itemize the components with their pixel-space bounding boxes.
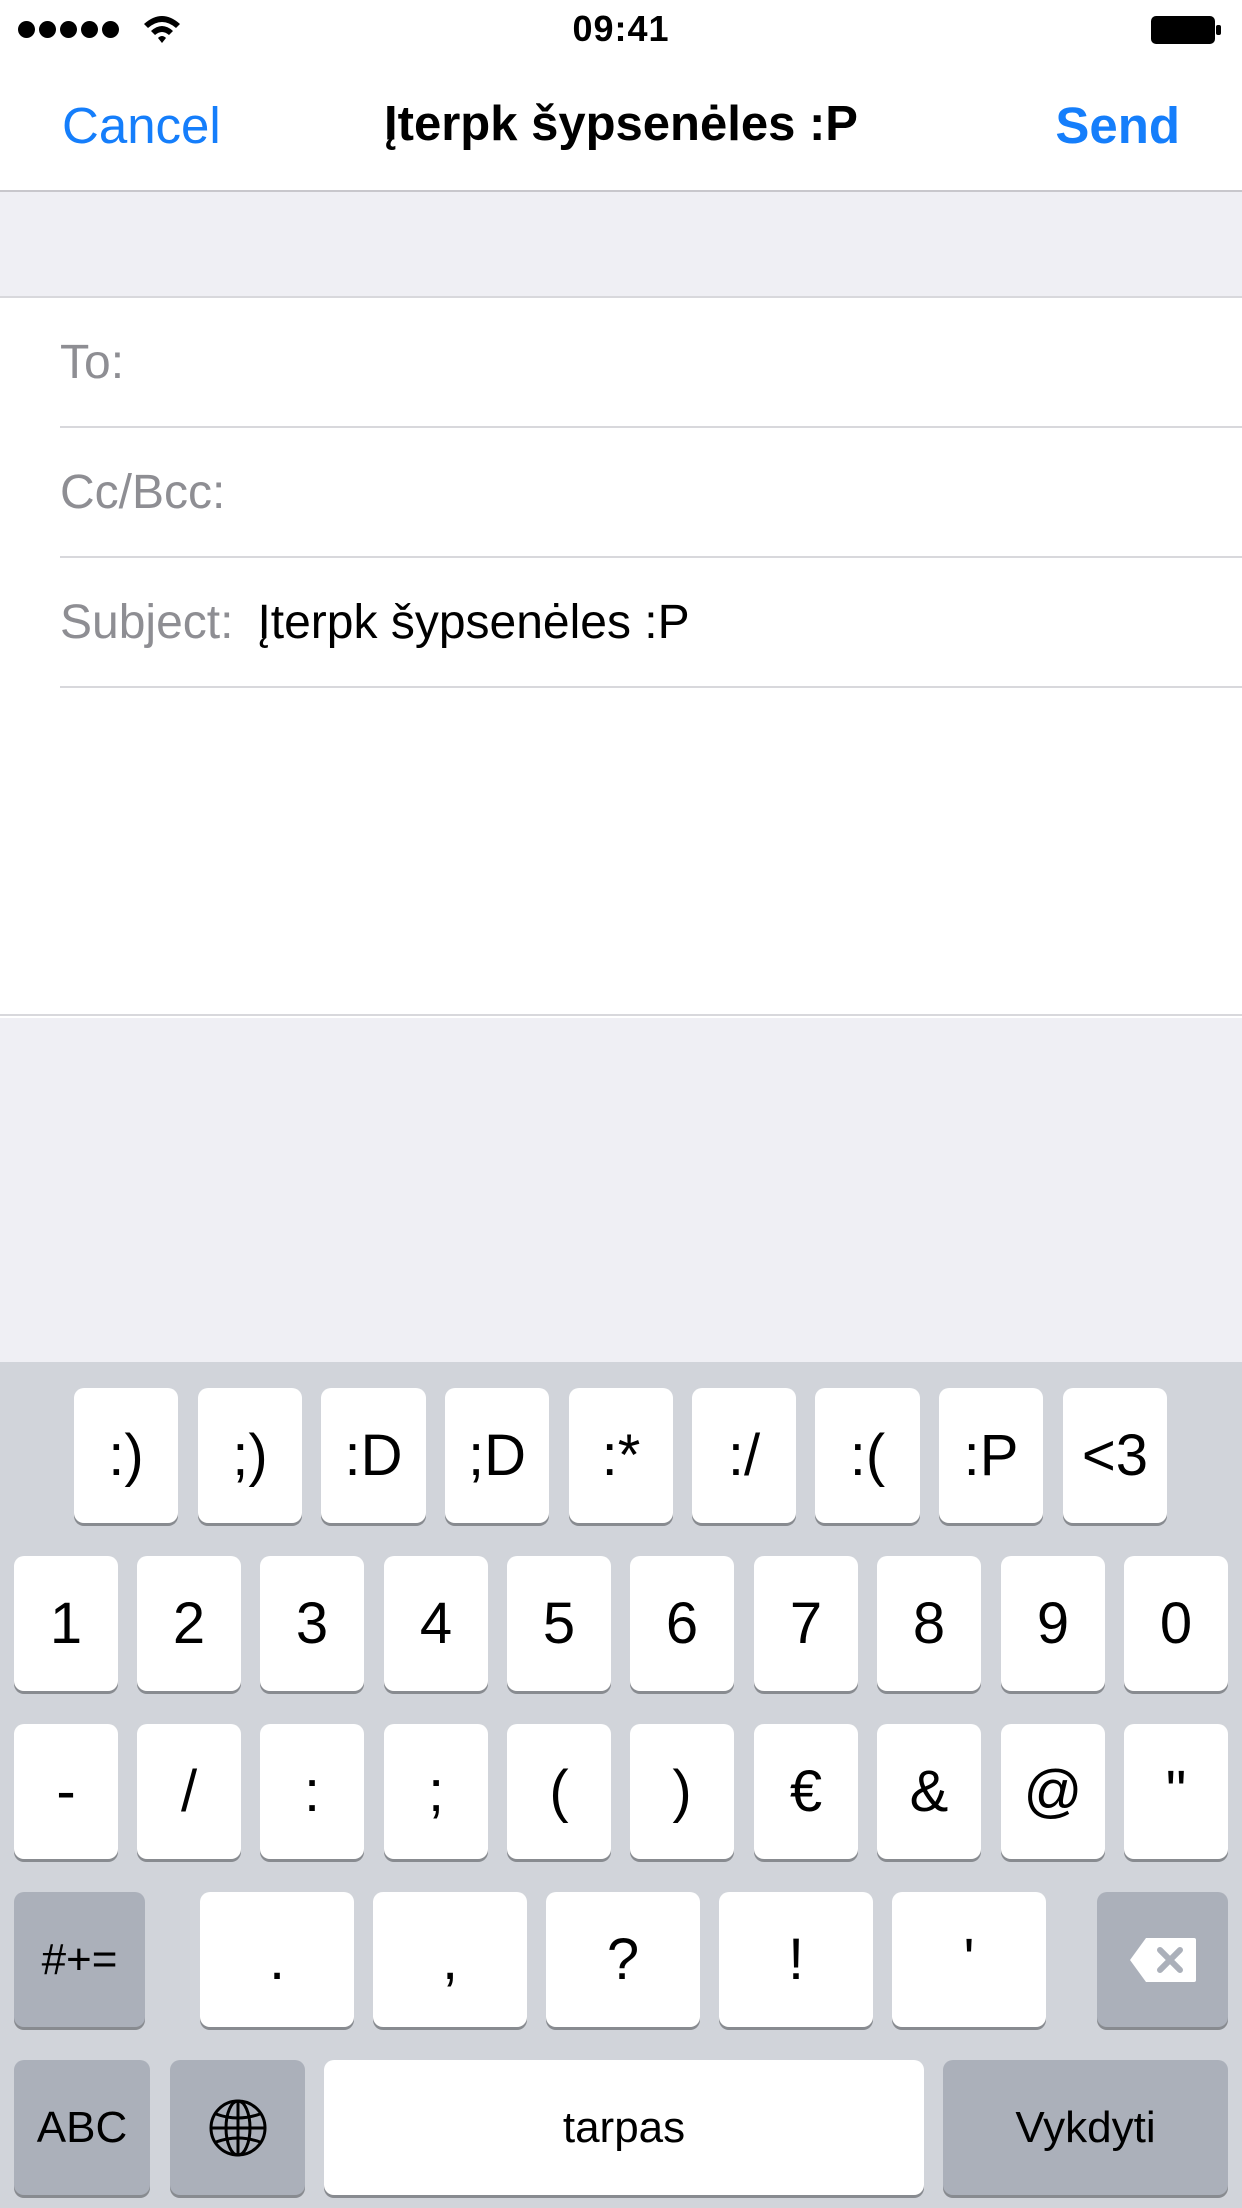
cc-bcc-field[interactable]: Cc/Bcc: bbox=[60, 428, 1242, 558]
key-punct[interactable]: ! bbox=[719, 1892, 873, 2027]
key-smiley[interactable]: :* bbox=[569, 1388, 673, 1523]
subject-label: Subject: bbox=[60, 595, 234, 649]
more-symbols-key[interactable]: #+= bbox=[14, 1892, 145, 2027]
key-digit[interactable]: 1 bbox=[14, 1556, 118, 1691]
key-digit[interactable]: 6 bbox=[630, 1556, 734, 1691]
subject-field[interactable]: Subject: Įterpk šypsenėles :P bbox=[60, 558, 1242, 688]
key-symbol[interactable]: / bbox=[137, 1724, 241, 1859]
to-label: To: bbox=[60, 335, 125, 389]
backspace-key[interactable] bbox=[1097, 1892, 1228, 2027]
key-digit[interactable]: 0 bbox=[1124, 1556, 1228, 1691]
key-smiley[interactable]: :/ bbox=[692, 1388, 796, 1523]
key-smiley[interactable]: <3 bbox=[1063, 1388, 1167, 1523]
key-smiley[interactable]: ;) bbox=[198, 1388, 302, 1523]
key-symbol[interactable]: € bbox=[754, 1724, 858, 1859]
nav-bar: Cancel Įterpk šypsenėles :P Send bbox=[0, 60, 1242, 192]
subject-value[interactable]: Įterpk šypsenėles :P bbox=[257, 595, 689, 650]
key-symbol[interactable]: ; bbox=[384, 1724, 488, 1859]
abc-key[interactable]: ABC bbox=[14, 2060, 150, 2195]
globe-key[interactable] bbox=[170, 2060, 305, 2195]
key-digit[interactable]: 7 bbox=[754, 1556, 858, 1691]
key-digit[interactable]: 3 bbox=[260, 1556, 364, 1691]
key-symbol[interactable]: ( bbox=[507, 1724, 611, 1859]
space-key[interactable]: tarpas bbox=[324, 2060, 924, 2195]
key-digit[interactable]: 2 bbox=[137, 1556, 241, 1691]
empty-area bbox=[0, 1018, 1242, 1362]
return-key[interactable]: Vykdyti bbox=[943, 2060, 1228, 2195]
header-spacer bbox=[0, 192, 1242, 298]
key-digit[interactable]: 5 bbox=[507, 1556, 611, 1691]
key-digit[interactable]: 9 bbox=[1001, 1556, 1105, 1691]
key-digit[interactable]: 8 bbox=[877, 1556, 981, 1691]
key-punct[interactable]: ? bbox=[546, 1892, 700, 2027]
key-smiley[interactable]: :( bbox=[815, 1388, 920, 1523]
keyboard: :) ;) :D ;D :* :/ :( :P <3 1 2 3 4 5 6 7… bbox=[0, 1362, 1242, 2208]
to-field[interactable]: To: bbox=[60, 298, 1242, 428]
key-punct[interactable]: . bbox=[200, 1892, 354, 2027]
key-smiley[interactable]: :P bbox=[939, 1388, 1043, 1523]
cc-bcc-label: Cc/Bcc: bbox=[60, 465, 226, 519]
key-symbol[interactable]: " bbox=[1124, 1724, 1228, 1859]
key-symbol[interactable]: ) bbox=[630, 1724, 734, 1859]
send-button[interactable]: Send bbox=[1055, 96, 1180, 155]
key-smiley[interactable]: :) bbox=[74, 1388, 178, 1523]
key-smiley[interactable]: ;D bbox=[445, 1388, 549, 1523]
status-bar: 09:41 bbox=[0, 0, 1242, 60]
key-symbol[interactable]: - bbox=[14, 1724, 118, 1859]
key-symbol[interactable]: @ bbox=[1001, 1724, 1105, 1859]
status-time: 09:41 bbox=[572, 8, 670, 49]
message-body[interactable] bbox=[0, 688, 1242, 1016]
key-digit[interactable]: 4 bbox=[384, 1556, 488, 1691]
key-symbol[interactable]: & bbox=[877, 1724, 981, 1859]
cancel-button[interactable]: Cancel bbox=[62, 96, 221, 155]
backspace-icon bbox=[1129, 1937, 1196, 1982]
battery-icon bbox=[1151, 16, 1221, 44]
globe-icon bbox=[209, 2099, 266, 2156]
key-punct[interactable]: , bbox=[373, 1892, 527, 2027]
key-smiley[interactable]: :D bbox=[321, 1388, 426, 1523]
key-symbol[interactable]: : bbox=[260, 1724, 364, 1859]
key-punct[interactable]: ' bbox=[892, 1892, 1046, 2027]
